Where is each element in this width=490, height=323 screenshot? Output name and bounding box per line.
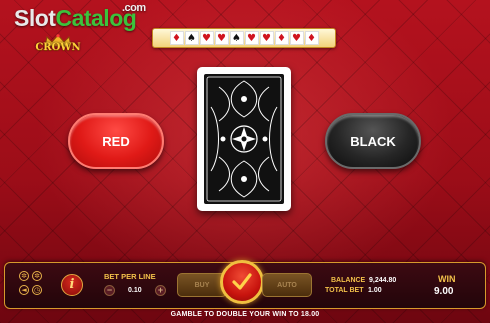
auto-button[interactable]: AUTO [262,273,312,297]
minus-icon: − [106,285,113,295]
history-icon[interactable]: ◷ [32,285,42,295]
paytable-icon[interactable]: ✲ [32,271,42,281]
game-logo: CROWN [31,34,85,60]
buy-button-label: BUY [194,281,210,289]
playing-card-back [197,67,291,211]
black-button-label: BLACK [350,133,396,149]
history-card: ♥ [289,31,304,45]
history-card: ♥ [199,31,214,45]
game-stage: SlotCatalog .com CROWN ♦ ♠ ♥ ♥ ♠ ♥ ♥ ♦ ♥ ♦ RED [0,0,490,323]
red-button[interactable]: RED [68,113,164,169]
info-icon: i [69,277,75,292]
card-history-strip: ♦ ♠ ♥ ♥ ♠ ♥ ♥ ♦ ♥ ♦ [152,28,336,48]
checkmark-icon [232,273,252,290]
gamble-message: GAMBLE TO DOUBLE YOUR WIN TO 18.00 [170,311,320,318]
history-card: ♦ [304,31,319,45]
bet-decrease-button[interactable]: − [104,285,115,296]
watermark-tld: .com [122,2,146,14]
black-button[interactable]: BLACK [325,113,421,169]
settings-icon[interactable]: ✲ [19,271,29,281]
history-card: ♥ [214,31,229,45]
watermark-slot: Slot [14,5,56,31]
red-button-label: RED [102,133,130,149]
balance-value: 9,244.80 [369,277,397,284]
history-card: ♥ [259,31,274,45]
history-card: ♠ [229,31,244,45]
win-label: WIN [438,274,456,284]
card-back-pattern-icon [204,74,284,204]
history-card: ♠ [184,31,199,45]
history-card: ♥ [244,31,259,45]
history-card: ♦ [274,31,289,45]
bet-per-line-value: 0.10 [128,287,142,294]
bet-per-line-label: BET PER LINE [104,272,156,281]
total-bet-label: TOTAL BET [325,287,364,294]
auto-button-label: AUTO [277,281,297,289]
bet-increase-button[interactable]: + [155,285,166,296]
plus-icon: + [157,285,164,295]
logo-text: CROWN [35,42,81,53]
balance-label: BALANCE [331,277,366,284]
slotcatalog-watermark: SlotCatalog .com [14,2,146,32]
total-bet-value: 1.00 [368,287,382,294]
collect-button[interactable] [220,260,264,304]
sound-icon[interactable]: ◄ [19,285,29,295]
info-button[interactable]: i [61,274,83,296]
win-value: 9.00 [434,286,454,297]
history-card: ♦ [169,31,184,45]
